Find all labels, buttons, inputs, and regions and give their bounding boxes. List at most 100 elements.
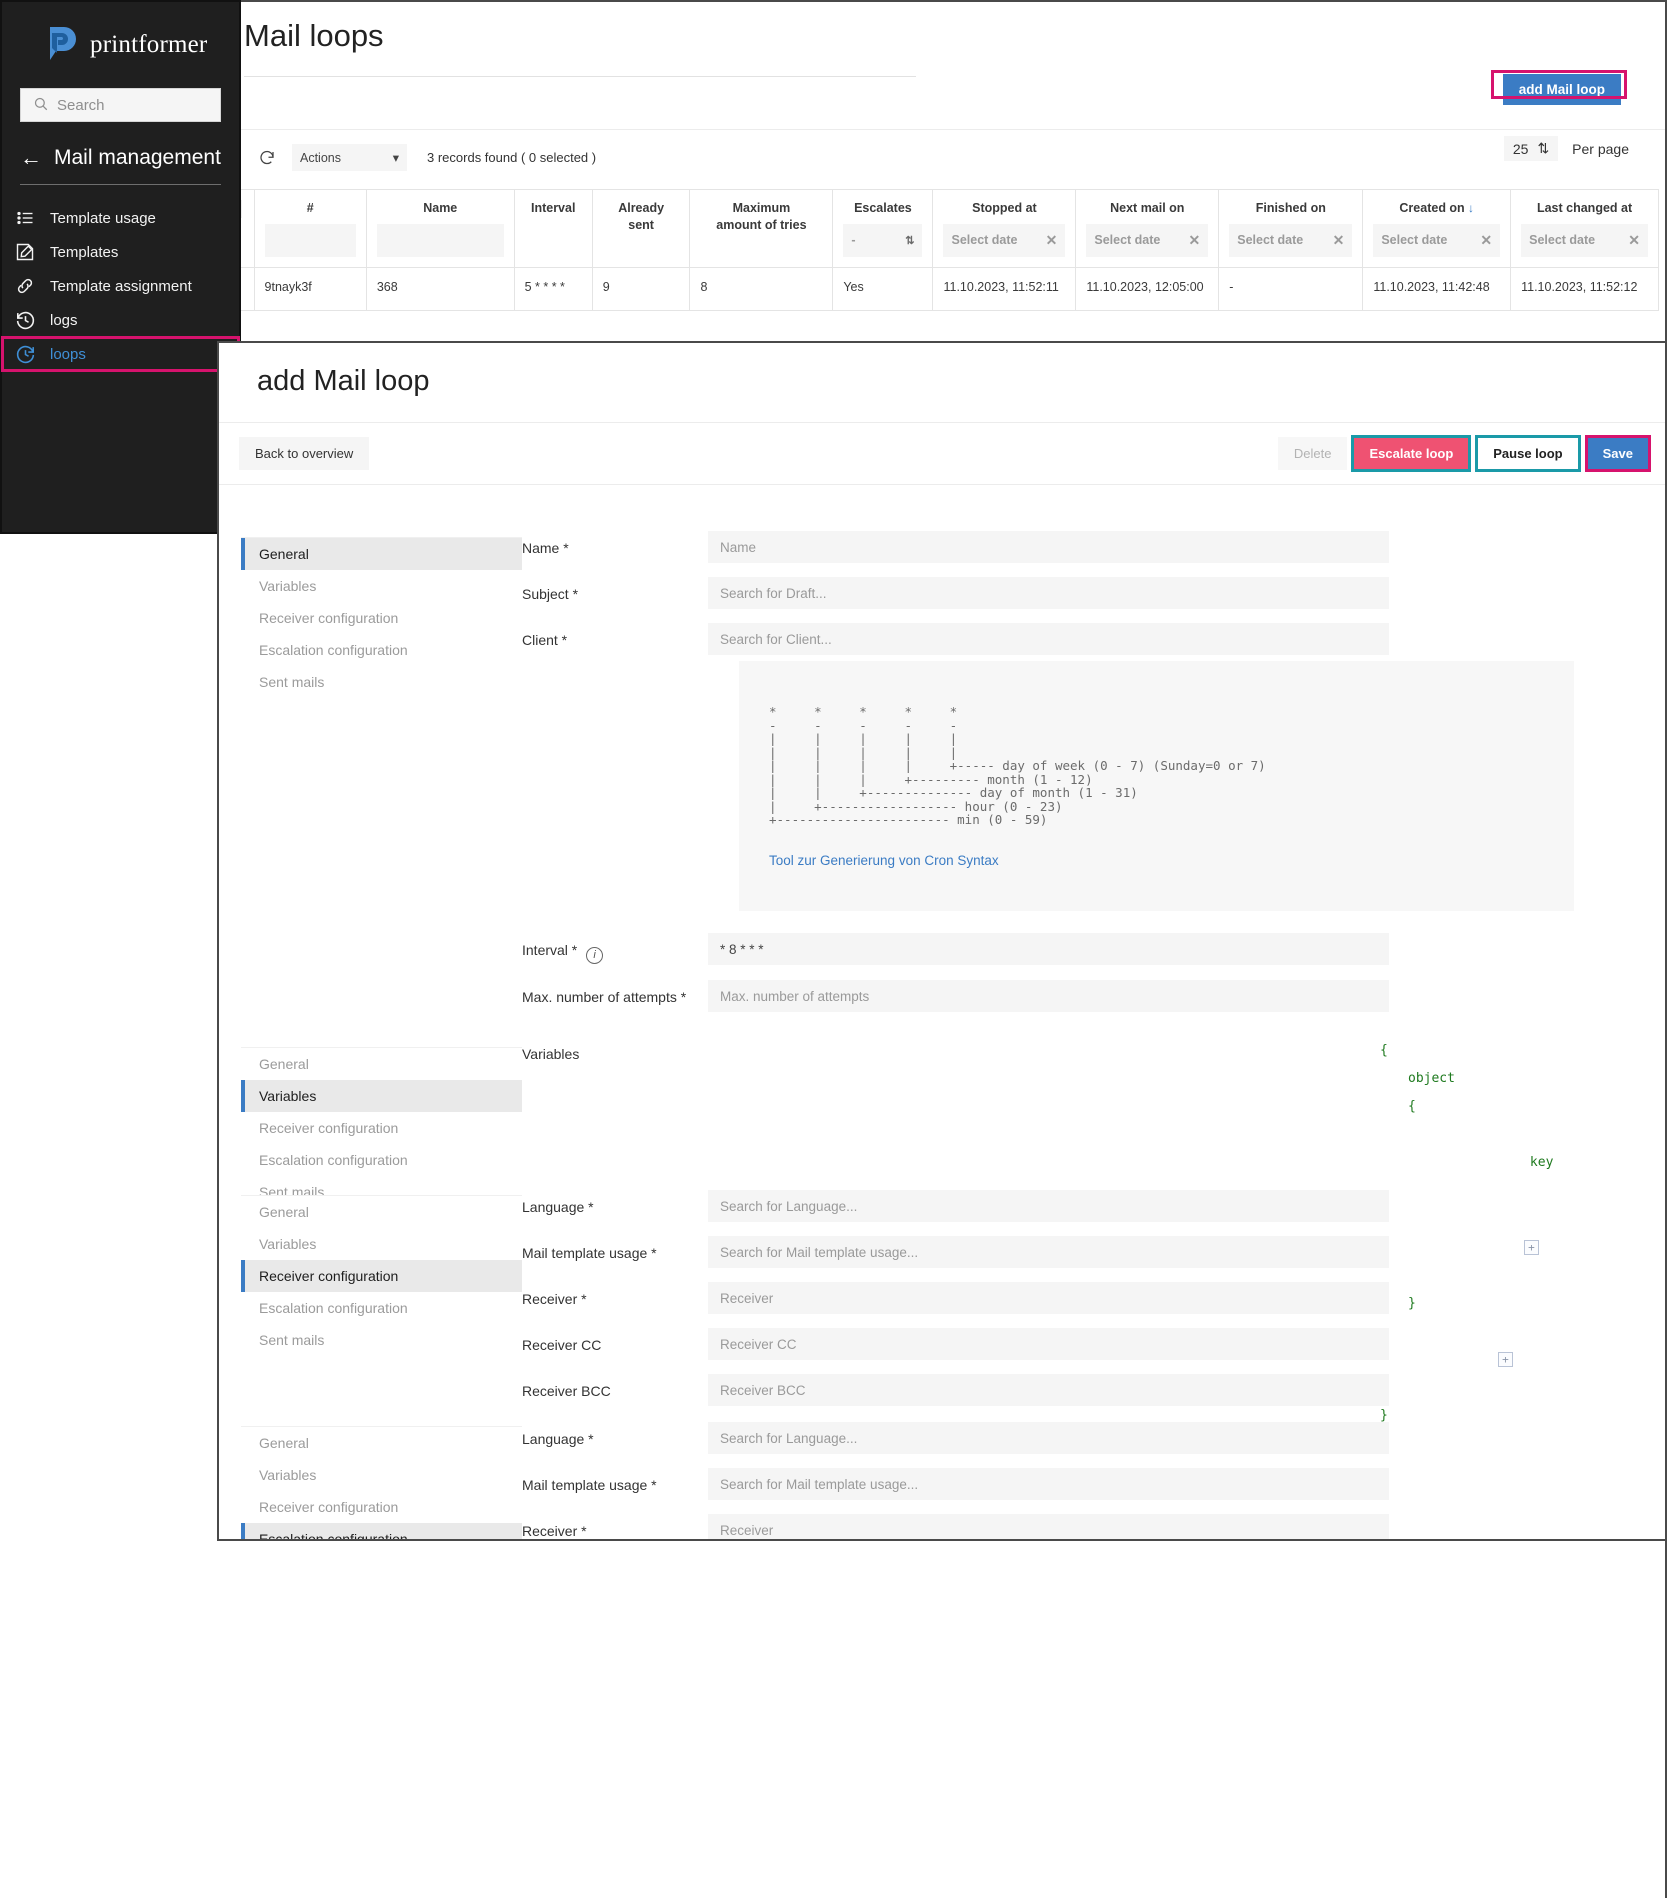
subject-input[interactable]: Search for Draft... [708,577,1389,609]
field-client-label: Client * [219,623,708,648]
actions-dropdown-label: Actions [300,151,341,165]
sidebar-item-template-usage[interactable]: Template usage [2,201,239,235]
column-header-label: # [265,200,356,217]
column-filter-placeholder: Select date [1381,233,1447,247]
cron-generator-link[interactable]: Tool zur Generierung von Cron Syntax [739,827,1574,868]
clear-icon[interactable]: ✕ [1046,232,1058,249]
field-name-label: Name * [219,531,708,556]
sidebar-divider [20,184,221,185]
info-icon[interactable]: i [586,947,603,964]
column-filter-placeholder: Select date [951,233,1017,247]
field-max-attempts: Max. number of attempts * Max. number of… [219,980,1665,1012]
field-client: Client * Search for Client... [219,623,1665,655]
tab-sent-mails[interactable]: Sent mails [241,666,522,698]
list-icon [14,207,36,229]
max-attempts-input[interactable]: Max. number of attempts [708,980,1389,1012]
field-interval-label-text: Interval * [522,942,577,958]
column-filter-select[interactable]: -⇅ [843,224,922,257]
column-header-label: Next mail on [1086,200,1208,217]
json-tree-key[interactable]: key [1530,1155,1553,1170]
table-cell-created-on: 11.10.2023, 11:42:48 [1363,267,1511,310]
column-filter-date[interactable]: Select date ✕ [943,224,1065,257]
mail-loops-table: #NameIntervalAlreadysentMaximumamount of… [212,189,1659,311]
column-header: Interval [514,190,592,268]
column-header-label: Last changed at [1521,200,1648,217]
per-page-control: 25 ⇅ Per page [1504,136,1629,161]
per-page-select[interactable]: 25 ⇅ [1504,136,1558,161]
sidebar-item-template-assignment[interactable]: Template assignment [2,269,239,303]
interval-input[interactable]: * 8 * * * [708,933,1389,965]
pause-loop-button[interactable]: Pause loop [1477,437,1578,470]
delete-button[interactable]: Delete [1278,437,1348,470]
column-filter-date[interactable]: Select date ✕ [1373,224,1500,257]
save-button[interactable]: Save [1587,437,1649,470]
receiver-cc-input[interactable]: Receiver CC [708,1328,1389,1360]
column-filter-input[interactable] [377,224,504,257]
field-receiver-escalation: Receiver * Receiver [219,1514,1665,1541]
page-title: Mail loops [200,2,1665,54]
column-header-label: Stopped at [943,200,1065,217]
sidebar-item-label: logs [50,312,78,329]
column-filter-date[interactable]: Select date✕ [1229,224,1352,257]
field-mail-template-usage-receiver: Mail template usage * Search for Mail te… [219,1236,1665,1268]
field-subject: Subject * Search for Draft... [219,577,1665,609]
brand-name: printformer [90,31,207,59]
field-receiver-escalation-label: Receiver * [219,1514,708,1539]
field-receiver-bcc-label: Receiver BCC [219,1374,708,1399]
mail-template-usage-receiver-input[interactable]: Search for Mail template usage... [708,1236,1389,1268]
table-cell-finished-on: - [1219,267,1363,310]
link-icon [14,275,36,297]
column-header-label: Name [377,200,504,217]
language-receiver-input[interactable]: Search for Language... [708,1190,1389,1222]
sidebar-item-templates[interactable]: Templates [2,235,239,269]
clear-icon[interactable]: ✕ [1189,232,1201,249]
column-filter-date[interactable]: Select date✕ [1521,224,1648,257]
sidebar: printformer Search ← Mail management Tem… [0,0,241,534]
sidebar-item-logs[interactable]: logs [2,303,239,337]
clear-icon[interactable]: ✕ [1333,232,1345,249]
clear-icon[interactable]: ✕ [1480,232,1492,249]
sidebar-section-title[interactable]: ← Mail management [2,122,239,184]
back-arrow-icon: ← [20,147,42,169]
column-header-label: Escalates [843,200,922,217]
mail-template-usage-escalation-input[interactable]: Search for Mail template usage... [708,1468,1389,1500]
table-body: 9tnayk3f3685 * * * *98Yes11.10.2023, 11:… [213,267,1659,310]
refresh-icon[interactable] [256,147,278,169]
detail-actions-divider [219,484,1665,485]
field-variables: Variables { object { keyvalue + } + [219,1037,1665,1182]
detail-action-bar: Back to overview Delete Escalate loop Pa… [219,423,1665,470]
add-mail-loop-highlight-box [1491,70,1627,99]
clear-icon[interactable]: ✕ [1628,232,1640,249]
sort-descending-icon[interactable]: ↓ [1465,201,1474,215]
column-header: Alreadysent [592,190,690,268]
table-cell-max-tries: 8 [690,267,833,310]
field-interval: Interval * i * 8 * * * [219,933,1665,965]
table-cell-stopped-at: 11.10.2023, 11:52:11 [933,267,1076,310]
sidebar-search[interactable]: Search [20,88,221,122]
field-receiver-label: Receiver * [219,1282,708,1307]
receiver-input[interactable]: Receiver [708,1282,1389,1314]
table-toolbar: Actions ▾ 3 records found ( 0 selected ) [200,130,1665,171]
field-receiver-bcc: Receiver BCC Receiver BCC [219,1374,1665,1406]
column-header: Stopped at Select date ✕ [933,190,1076,268]
actions-dropdown[interactable]: Actions ▾ [292,144,407,171]
field-mail-template-usage-escalation-label: Mail template usage * [219,1468,708,1493]
search-input-placeholder: Search [57,97,105,114]
column-filter-input[interactable] [265,224,356,257]
name-input[interactable]: Name [708,531,1389,563]
field-receiver: Receiver * Receiver [219,1282,1665,1314]
client-input[interactable]: Search for Client... [708,623,1389,655]
sidebar-item-loops[interactable]: loops [2,337,239,371]
column-filter-date[interactable]: Select date✕ [1086,224,1208,257]
table-row[interactable]: 9tnayk3f3685 * * * *98Yes11.10.2023, 11:… [213,267,1659,310]
json-tree-open-root: { [1380,1037,1667,1065]
escalate-loop-button[interactable]: Escalate loop [1353,437,1469,470]
table-cell-id: 9tnayk3f [254,267,366,310]
field-language-receiver: Language * Search for Language... [219,1190,1665,1222]
language-escalation-input[interactable]: Search for Language... [708,1422,1389,1454]
back-to-overview-button[interactable]: Back to overview [239,437,369,470]
json-tree-object-key[interactable]: object [1380,1065,1667,1093]
column-filter-placeholder: - [851,233,855,247]
receiver-escalation-input[interactable]: Receiver [708,1514,1389,1541]
receiver-bcc-input[interactable]: Receiver BCC [708,1374,1389,1406]
